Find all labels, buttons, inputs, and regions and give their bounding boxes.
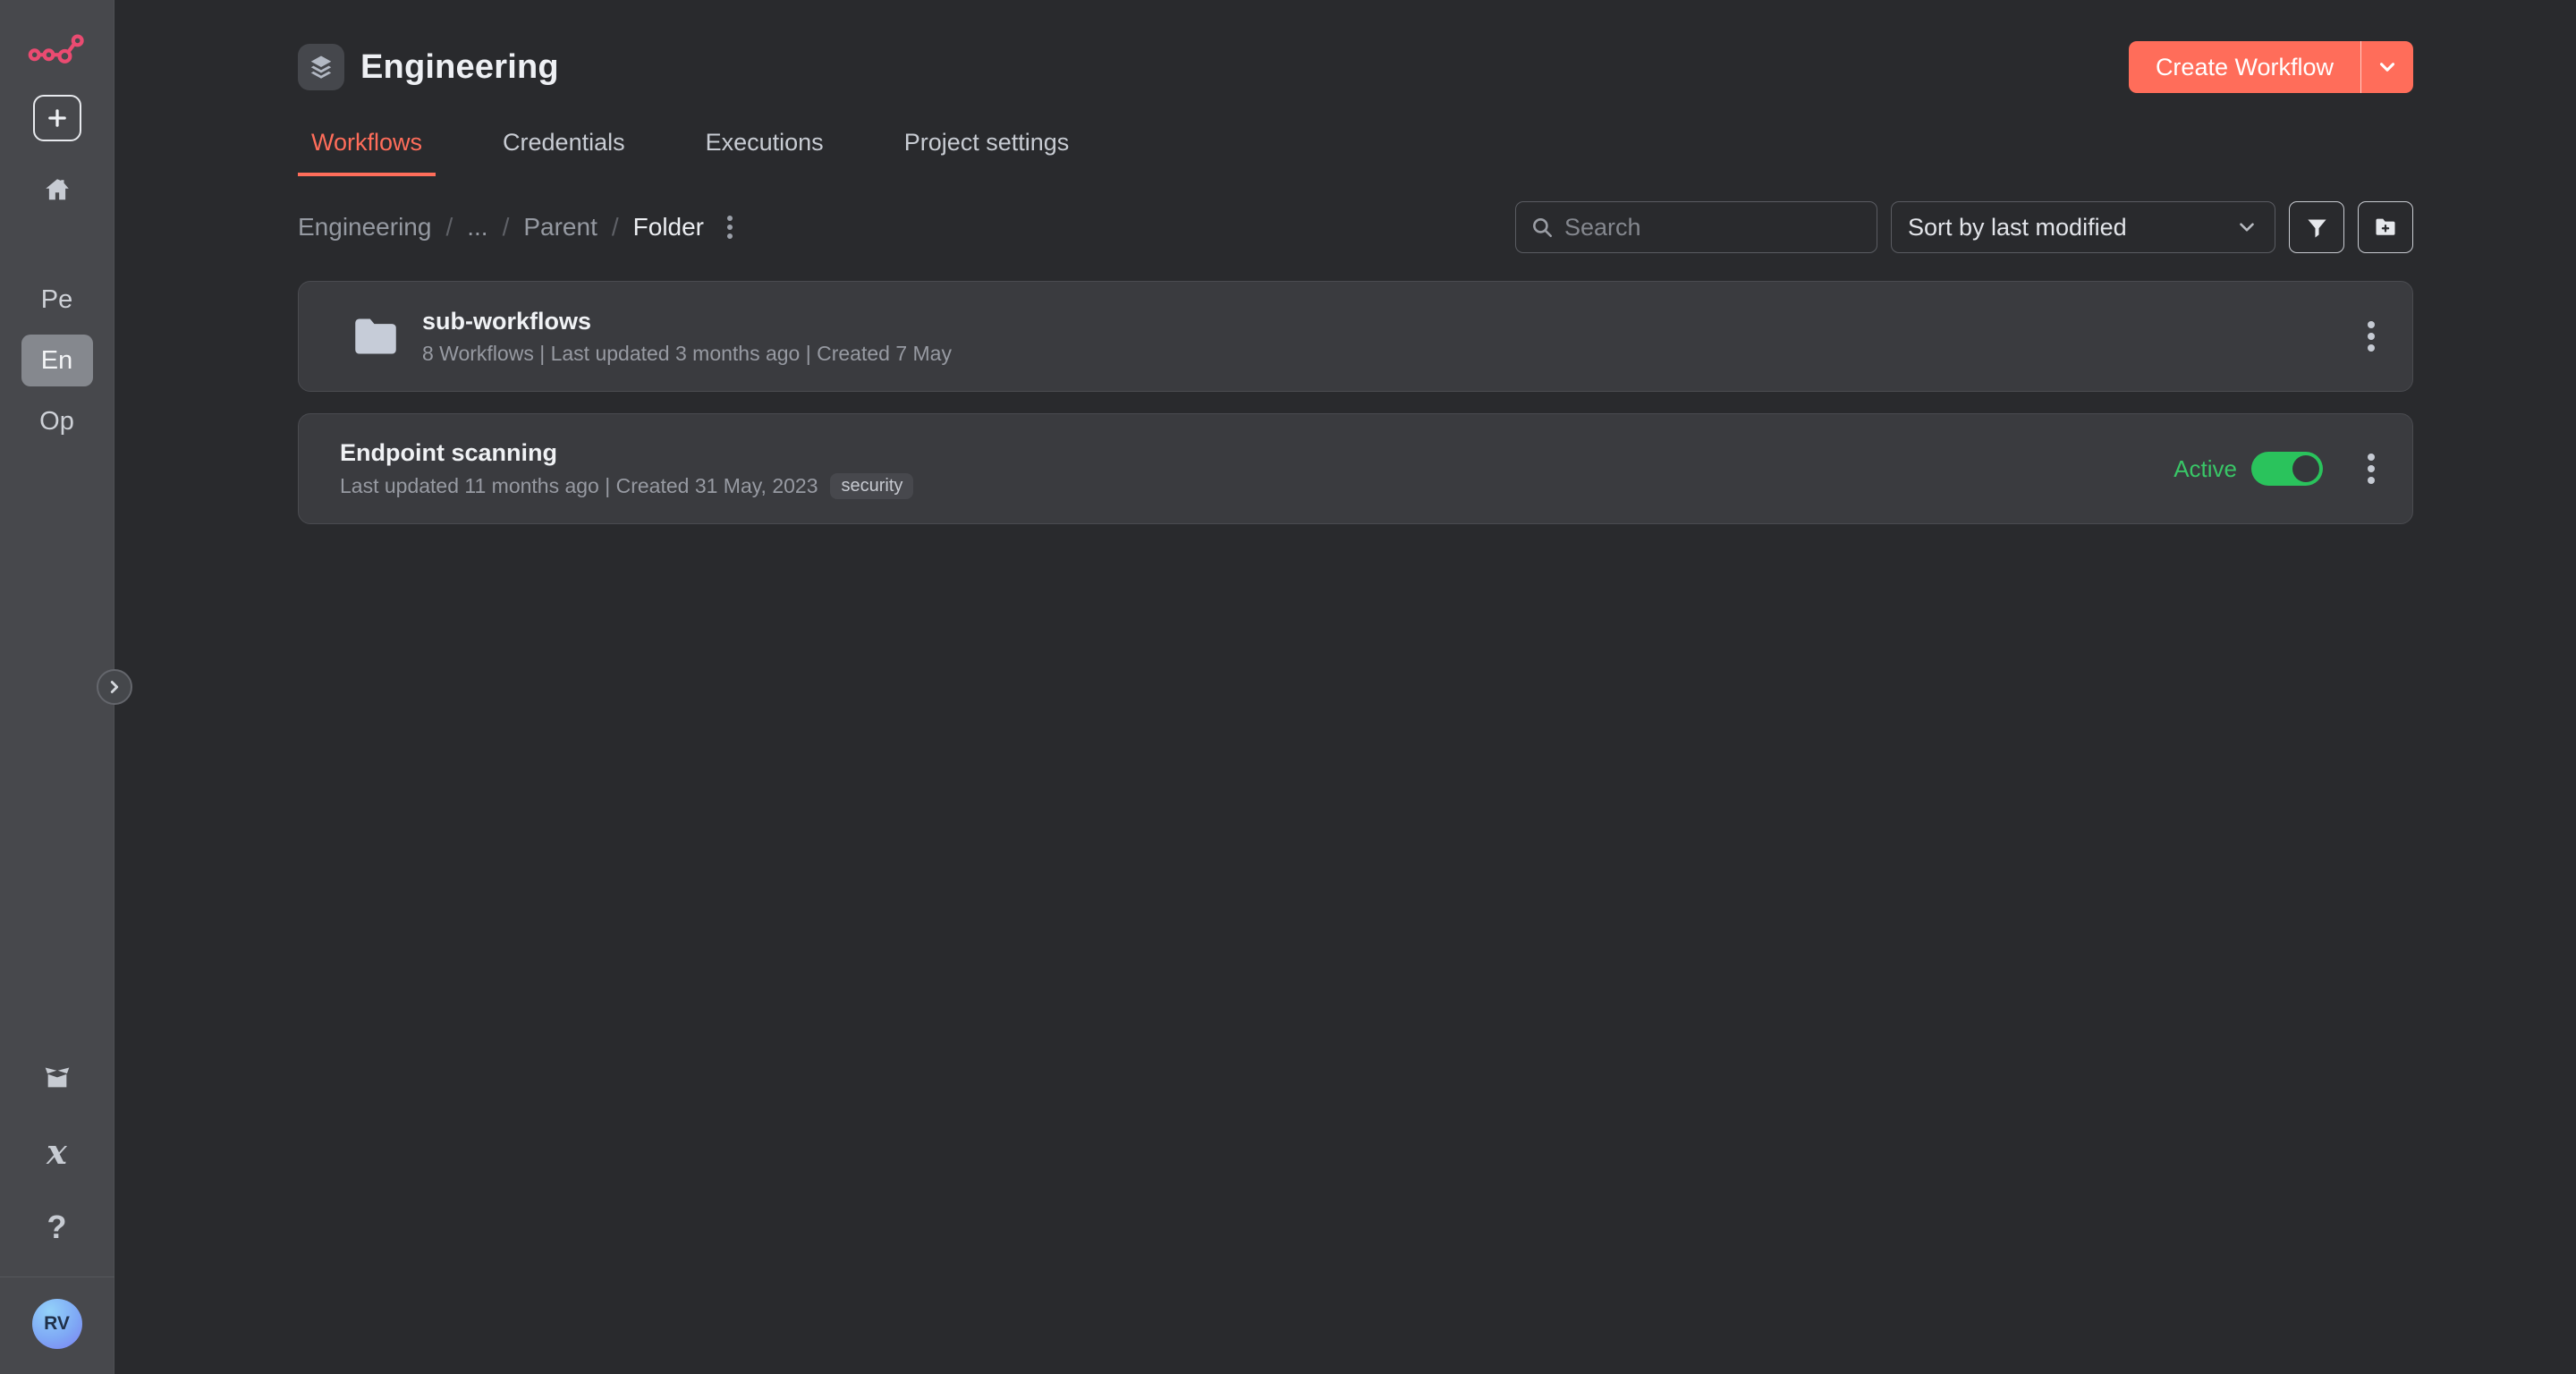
help-icon[interactable]: ? [47,1210,67,1244]
filter-icon [2305,216,2329,240]
folder-card-kebab-icon[interactable] [2362,316,2380,357]
templates-icon[interactable] [41,1062,73,1092]
breadcrumb-root[interactable]: Engineering [298,213,431,242]
sort-dropdown[interactable]: Sort by last modified [1891,201,2275,253]
chevron-right-icon [105,677,124,697]
sidebar-expand-button[interactable] [97,669,132,705]
home-icon[interactable] [42,175,72,204]
main-content: Engineering Create Workflow Workflows Cr… [114,0,2576,1374]
new-folder-button[interactable] [2358,201,2413,253]
page-header: Engineering Create Workflow [298,41,2413,93]
folder-plus-icon [2373,215,2398,240]
folder-icon [352,317,399,356]
active-toggle[interactable] [2251,452,2323,486]
chevron-down-icon [2376,55,2399,79]
n8n-logo[interactable] [27,32,88,68]
search-icon [1530,216,1554,239]
tab-bar: Workflows Credentials Executions Project… [298,129,2413,176]
breadcrumb-separator: / [612,213,619,242]
search-box [1515,201,1877,253]
create-workflow-split-button: Create Workflow [2129,41,2413,93]
plus-icon [45,106,70,131]
folder-card-sub-workflows[interactable]: sub-workflows 8 Workflows | Last updated… [298,281,2413,392]
sidebar-divider [0,1276,114,1277]
workflow-card-endpoint-scanning[interactable]: Endpoint scanning Last updated 11 months… [298,413,2413,524]
workflow-title: Endpoint scanning [340,439,913,467]
sort-label: Sort by last modified [1908,214,2235,242]
search-input[interactable] [1564,214,1862,242]
sidebar: Pe En Op x ? RV [0,0,114,1374]
workflow-tag-security[interactable]: security [830,473,913,499]
workflow-list: sub-workflows 8 Workflows | Last updated… [298,281,2413,524]
add-button[interactable] [33,95,81,141]
active-status-label: Active [2174,455,2237,483]
create-workflow-dropdown-button[interactable] [2361,41,2413,93]
project-list: Pe En Op [21,274,93,447]
workflow-card-kebab-icon[interactable] [2362,448,2380,489]
tab-project-settings[interactable]: Project settings [891,129,1083,176]
toolbar: Engineering / ... / Parent / Folder Sort… [298,201,2413,253]
breadcrumb-current-folder: Folder [633,213,704,242]
create-workflow-button[interactable]: Create Workflow [2129,41,2361,93]
chevron-down-icon [2235,216,2258,239]
tab-executions[interactable]: Executions [692,129,837,176]
list-controls: Sort by last modified [1515,201,2413,253]
tab-credentials[interactable]: Credentials [489,129,639,176]
workflow-meta: Last updated 11 months ago | Created 31 … [340,474,818,498]
folder-title: sub-workflows [422,308,952,335]
layers-icon [298,44,344,90]
folder-meta: 8 Workflows | Last updated 3 months ago … [422,342,952,366]
page-title: Engineering [360,48,559,87]
filter-button[interactable] [2289,201,2344,253]
breadcrumb: Engineering / ... / Parent / Folder [298,212,736,242]
breadcrumb-separator: / [503,213,510,242]
tab-workflows[interactable]: Workflows [298,129,436,176]
breadcrumb-ellipsis[interactable]: ... [467,213,487,242]
variables-icon[interactable]: x [47,1137,67,1167]
breadcrumb-separator: / [445,213,453,242]
sidebar-item-project-en[interactable]: En [21,335,93,386]
folder-menu-kebab-icon[interactable] [724,212,736,242]
avatar[interactable]: RV [32,1299,82,1349]
sidebar-item-project-pe[interactable]: Pe [21,274,93,326]
sidebar-item-project-op[interactable]: Op [21,395,93,447]
breadcrumb-parent[interactable]: Parent [523,213,597,242]
